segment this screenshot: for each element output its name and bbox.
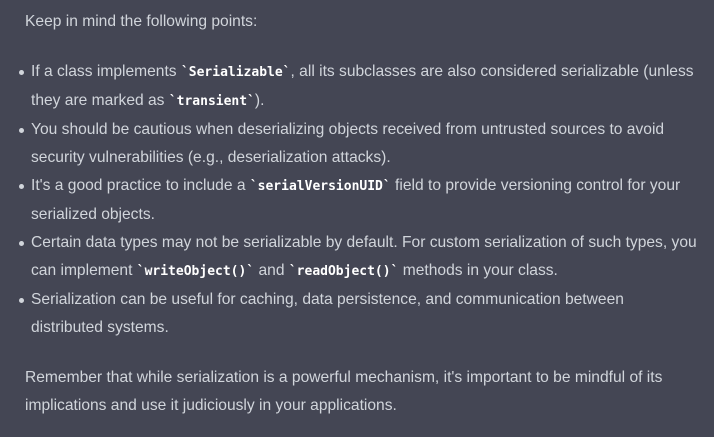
point-text: If a class implements [31, 63, 181, 80]
list-item: Certain data types may not be serializab… [19, 229, 697, 286]
point-text: and [254, 262, 289, 279]
point-text: Serialization can be useful for caching,… [31, 291, 624, 336]
inline-code: `readObject()` [288, 264, 399, 279]
bullet-icon [19, 128, 24, 133]
inline-code: `serialVersionUID` [249, 179, 391, 194]
inline-code: `transient` [168, 94, 255, 109]
intro-text: Keep in mind the following points: [25, 13, 258, 30]
list-item: You should be cautious when deserializin… [19, 116, 697, 172]
inline-code: `Serializable` [180, 65, 291, 80]
list-item: It's a good practice to include a `seria… [19, 172, 697, 229]
points-list: If a class implements `Serializable`, al… [19, 58, 697, 342]
closing-text: Remember that while serialization is a p… [25, 369, 663, 414]
inline-code: `writeObject()` [136, 264, 255, 279]
point-text: ). [254, 92, 265, 109]
list-item: Serialization can be useful for caching,… [19, 286, 697, 342]
assistant-message: Keep in mind the following points: If a … [19, 8, 697, 420]
point-text: You should be cautious when deserializin… [31, 121, 665, 166]
point-text: methods in your class. [398, 262, 558, 279]
point-text: It's a good practice to include a [31, 177, 250, 194]
bullet-icon [19, 184, 24, 189]
bullet-icon [19, 70, 24, 75]
bullet-icon [19, 241, 24, 246]
list-item: If a class implements `Serializable`, al… [19, 58, 697, 116]
bullet-icon [19, 298, 24, 303]
